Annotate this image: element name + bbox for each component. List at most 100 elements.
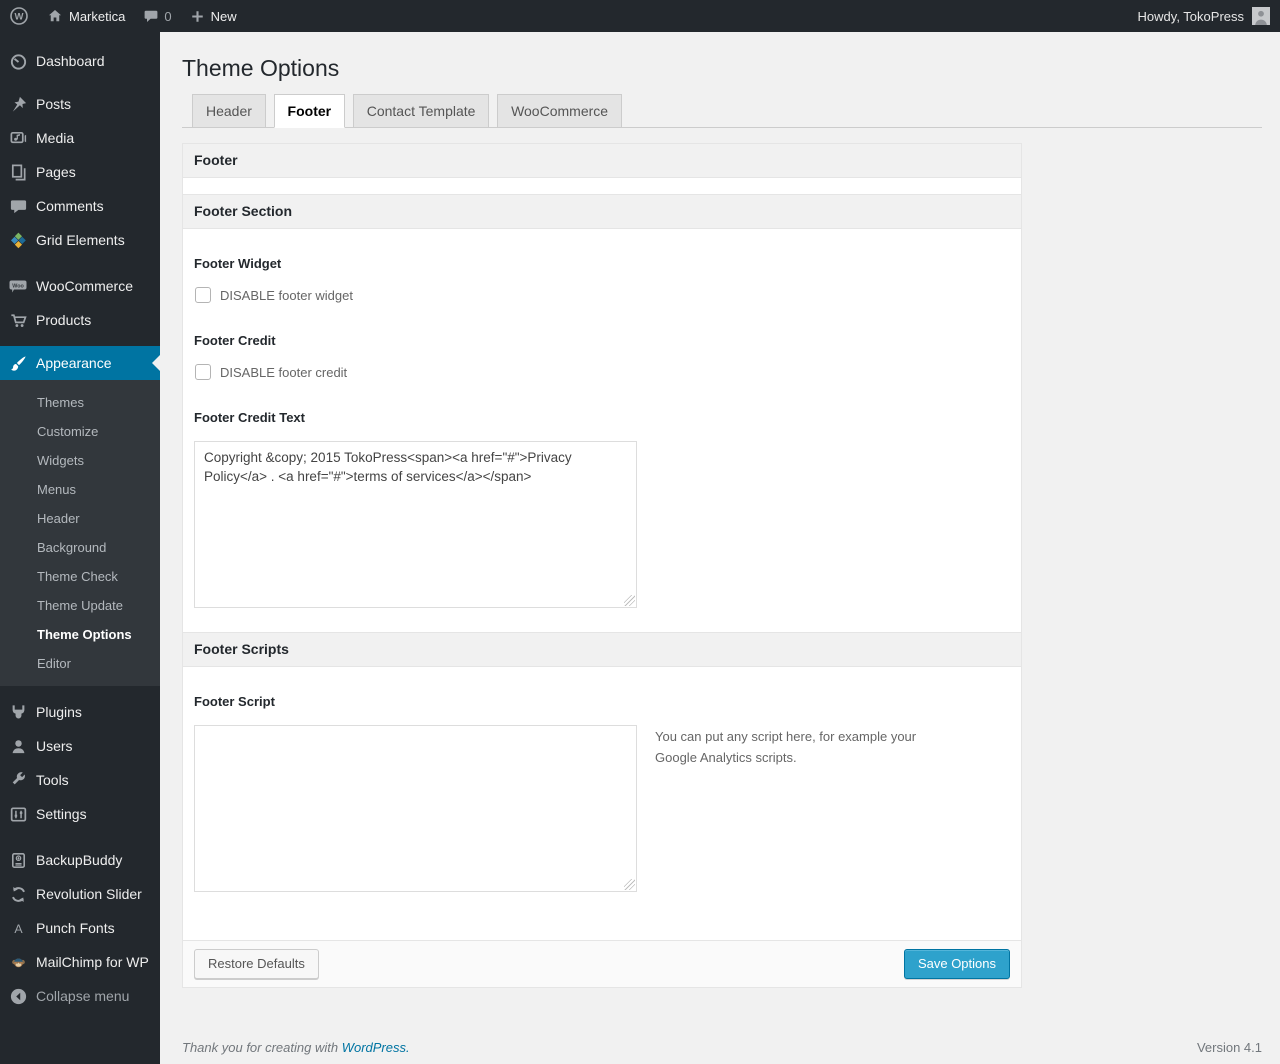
sidebar-item-label: Dashboard <box>36 53 105 69</box>
sidebar-item-plugins[interactable]: Plugins <box>0 695 160 729</box>
sidebar-item-woocommerce[interactable]: Woo WooCommerce <box>0 269 160 303</box>
save-options-button[interactable]: Save Options <box>903 948 1010 980</box>
home-icon <box>47 8 63 24</box>
footer-credit-text-label: Footer Credit Text <box>194 410 305 425</box>
appearance-brush-icon <box>8 353 28 373</box>
appearance-submenu: Themes Customize Widgets Menus Header Ba… <box>0 380 160 686</box>
tab-contact-template[interactable]: Contact Template <box>352 94 490 128</box>
footer-widget-label: Footer Widget <box>194 256 282 271</box>
sidebar-item-products[interactable]: Products <box>0 303 160 337</box>
disable-footer-widget-label: DISABLE footer widget <box>220 287 353 303</box>
sidebar-item-label: Comments <box>36 198 104 214</box>
footer-credit-text-textarea[interactable]: Copyright &copy; 2015 TokoPress<span><a … <box>194 441 637 608</box>
pages-icon <box>8 162 28 182</box>
submenu-item-customize[interactable]: Customize <box>0 417 160 446</box>
submenu-item-theme-options[interactable]: Theme Options <box>0 620 160 649</box>
new-label: New <box>210 8 237 24</box>
footer-script-description: You can put any script here, for example… <box>655 729 917 765</box>
new-content-menu[interactable]: New <box>181 0 246 32</box>
footer-credit-checkbox-row: DISABLE footer credit <box>195 364 1010 380</box>
footer-thanks-text: Thank you for creating with WordPress. <box>182 1040 410 1055</box>
sidebar-item-users[interactable]: Users <box>0 729 160 763</box>
plugin-icon <box>8 702 28 722</box>
submenu-item-theme-update[interactable]: Theme Update <box>0 591 160 620</box>
sidebar-item-label: Plugins <box>36 704 82 720</box>
footer-script-textarea[interactable] <box>194 725 637 892</box>
comments-bubble-icon <box>8 196 28 216</box>
sidebar-item-dashboard[interactable]: Dashboard <box>0 44 160 78</box>
sidebar-item-label: Appearance <box>36 355 112 371</box>
cart-icon <box>8 310 28 330</box>
submenu-item-header[interactable]: Header <box>0 504 160 533</box>
howdy-text: Howdy, TokoPress <box>1137 8 1244 24</box>
sidebar-item-label: Pages <box>36 164 76 180</box>
submenu-item-editor[interactable]: Editor <box>0 649 160 678</box>
refresh-arrows-icon <box>8 884 28 904</box>
disable-footer-credit-checkbox[interactable] <box>195 364 211 380</box>
panel-gap <box>183 178 1021 194</box>
footer-section-body: Footer Widget DISABLE footer widget Foot… <box>183 229 1021 632</box>
textarea-resize-grip[interactable] <box>624 595 635 606</box>
sidebar-item-label: BackupBuddy <box>36 852 123 868</box>
sidebar-item-media[interactable]: Media <box>0 121 160 155</box>
plus-icon <box>190 9 205 24</box>
disable-footer-credit-label: DISABLE footer credit <box>220 364 348 380</box>
tab-woocommerce[interactable]: WooCommerce <box>497 94 623 128</box>
sidebar-item-backupbuddy[interactable]: BackupBuddy <box>0 843 160 877</box>
comment-bubble-icon <box>143 8 159 24</box>
account-menu[interactable]: Howdy, TokoPress <box>1138 7 1280 25</box>
admin-bar: W Marketica 0 New Howdy, TokoPress <box>0 0 1280 32</box>
sidebar-item-label: Punch Fonts <box>36 920 115 936</box>
tab-footer[interactable]: Footer <box>273 94 346 128</box>
sidebar-item-label: Collapse menu <box>36 988 130 1004</box>
sidebar-item-grid-elements[interactable]: Grid Elements <box>0 223 160 257</box>
sidebar-item-pages[interactable]: Pages <box>0 155 160 189</box>
tab-header[interactable]: Header <box>192 94 266 128</box>
sidebar-item-punch-fonts[interactable]: A Punch Fonts <box>0 911 160 945</box>
footer-credit-label: Footer Credit <box>194 333 276 348</box>
comments-menu[interactable]: 0 <box>134 0 180 32</box>
sidebar-item-mailchimp[interactable]: MailChimp for WP <box>0 945 160 979</box>
textarea-resize-grip[interactable] <box>624 879 635 890</box>
site-name: Marketica <box>69 8 126 24</box>
sidebar-item-label: MailChimp for WP <box>36 954 149 970</box>
footer-script-label: Footer Script <box>194 694 275 709</box>
sidebar-item-comments[interactable]: Comments <box>0 189 160 223</box>
pushpin-icon <box>8 94 28 114</box>
sidebar-item-label: Posts <box>36 96 72 112</box>
sidebar-item-posts[interactable]: Posts <box>0 87 160 121</box>
user-icon <box>8 736 28 756</box>
submenu-item-theme-check[interactable]: Theme Check <box>0 562 160 591</box>
theme-options-panel: Footer Footer Section Footer Widget DISA… <box>182 143 1022 988</box>
media-icon <box>8 128 28 148</box>
submenu-item-background[interactable]: Background <box>0 533 160 562</box>
wordpress-logo-menu[interactable]: W <box>0 0 38 32</box>
admin-sidebar: Dashboard Posts Media Pages Comments Gri… <box>0 32 160 1064</box>
footer-scripts-body: Footer Script You can put any script her… <box>183 667 1021 940</box>
submenu-item-menus[interactable]: Menus <box>0 475 160 504</box>
sidebar-item-appearance[interactable]: Appearance <box>0 346 160 380</box>
submenu-item-themes[interactable]: Themes <box>0 388 160 417</box>
disable-footer-widget-checkbox[interactable] <box>195 287 211 303</box>
sidebar-item-collapse-menu[interactable]: Collapse menu <box>0 979 160 1013</box>
letter-a-icon: A <box>8 918 28 938</box>
submenu-item-widgets[interactable]: Widgets <box>0 446 160 475</box>
sidebar-item-label: Grid Elements <box>36 232 125 248</box>
footer-widget-checkbox-row: DISABLE footer widget <box>195 287 1010 303</box>
svg-text:A: A <box>14 921 23 935</box>
panel-title-footer: Footer <box>183 144 1021 178</box>
comments-count: 0 <box>164 8 172 24</box>
settings-sliders-icon <box>8 804 28 824</box>
panel-action-bar: Restore Defaults Save Options <box>183 940 1021 987</box>
sidebar-item-label: Revolution Slider <box>36 886 142 902</box>
backup-drive-icon <box>8 850 28 870</box>
restore-defaults-button[interactable]: Restore Defaults <box>194 948 319 980</box>
section-title-footer-section: Footer Section <box>183 194 1021 229</box>
wordpress-link[interactable]: WordPress. <box>342 1040 410 1055</box>
wordpress-logo-icon: W <box>9 6 29 26</box>
site-name-menu[interactable]: Marketica <box>38 0 134 32</box>
sidebar-item-tools[interactable]: Tools <box>0 763 160 797</box>
sidebar-item-revolution-slider[interactable]: Revolution Slider <box>0 877 160 911</box>
sidebar-item-settings[interactable]: Settings <box>0 797 160 831</box>
sidebar-item-label: Products <box>36 312 92 328</box>
